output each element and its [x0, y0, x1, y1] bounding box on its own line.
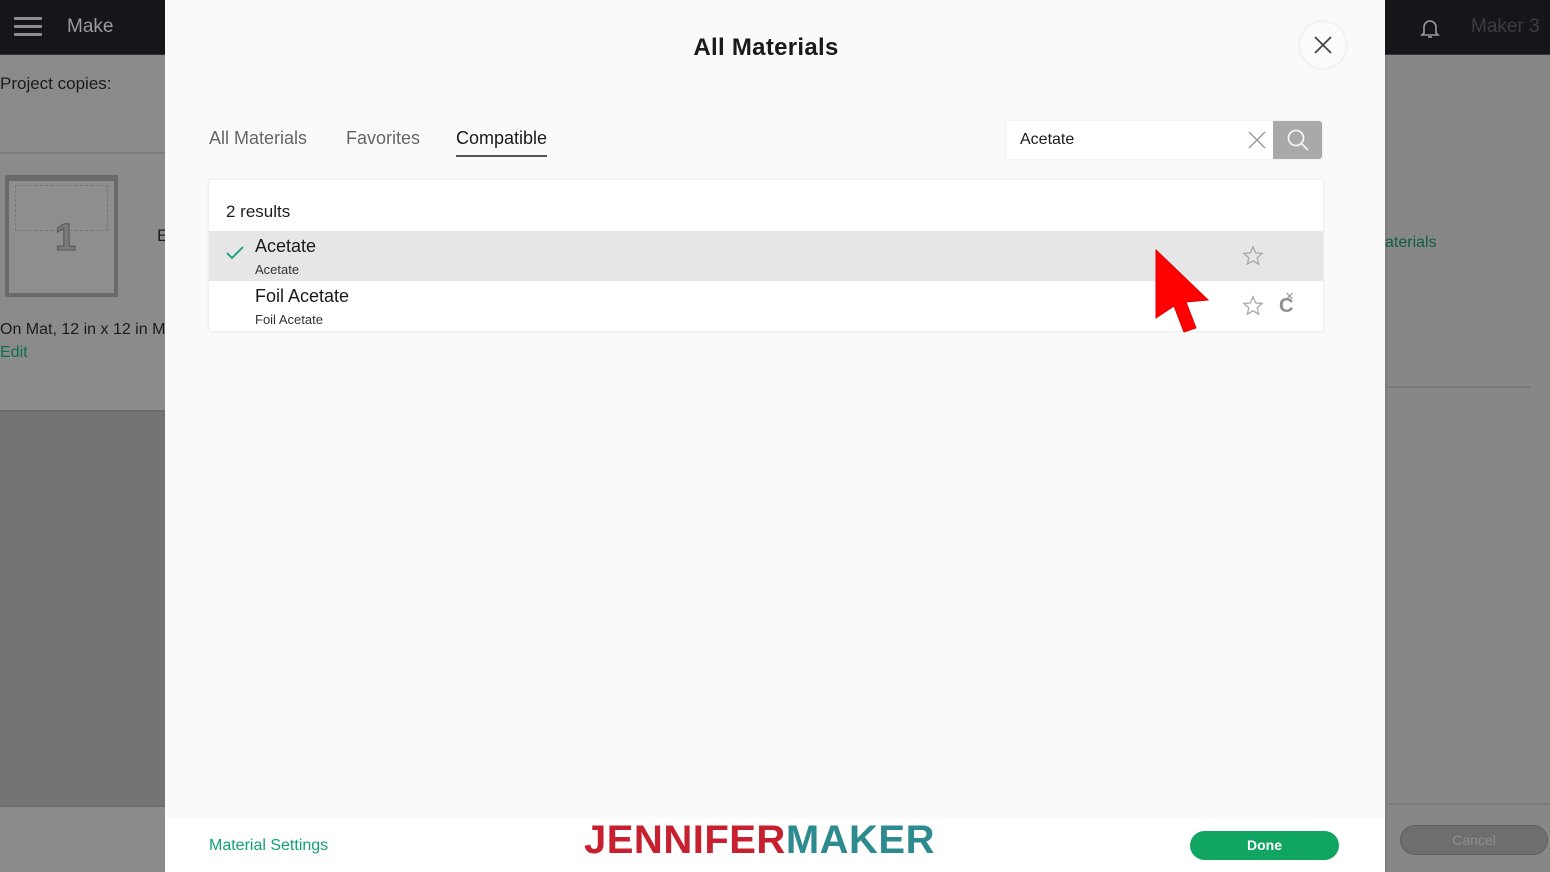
cancel-button[interactable]: Cancel — [1400, 825, 1548, 855]
clear-search-icon[interactable] — [1248, 131, 1266, 149]
watermark-part1: JENNIFER — [584, 818, 786, 862]
dialog-title: All Materials — [693, 34, 839, 61]
favorite-star-icon[interactable] — [1242, 295, 1264, 317]
materials-link[interactable]: aterials — [1385, 234, 1437, 252]
divider — [1387, 498, 1530, 499]
watermark-logo: JENNIFERMAKER — [584, 818, 935, 863]
material-subtitle: Acetate — [255, 262, 300, 277]
edit-link[interactable]: Edit — [0, 344, 28, 362]
all-materials-dialog: All Materials All Materials Favorites Co… — [165, 0, 1385, 872]
mat-thumbnail[interactable]: 1 — [5, 175, 118, 297]
material-name: Acetate — [255, 236, 317, 256]
search-icon — [1287, 129, 1309, 151]
notification-bell-icon[interactable] — [1418, 16, 1442, 40]
close-button[interactable] — [1300, 22, 1346, 68]
search-input[interactable] — [1006, 121, 1238, 159]
checkmark-icon — [226, 246, 244, 260]
material-subtitle: Foil Acetate — [255, 312, 323, 327]
background-panel — [0, 56, 165, 152]
mat-number: 1 — [54, 217, 77, 260]
machine-name[interactable]: Maker 3 — [1471, 16, 1540, 38]
close-icon — [1314, 36, 1332, 54]
background-footer — [0, 805, 165, 872]
mat-description: On Mat, 12 in x 12 in Mat — [0, 321, 165, 338]
results-count: 2 results — [226, 202, 291, 221]
app-title: Make — [67, 16, 114, 37]
tab-all-materials[interactable]: All Materials — [209, 128, 307, 149]
search-button[interactable] — [1273, 121, 1322, 159]
divider — [1387, 803, 1550, 805]
done-button[interactable]: Done — [1190, 831, 1339, 860]
search-box — [1006, 121, 1322, 159]
tab-compatible[interactable]: Compatible — [456, 128, 548, 157]
background-panel-lower — [0, 410, 165, 805]
tab-favorites[interactable]: Favorites — [346, 128, 420, 149]
menu-icon[interactable] — [14, 17, 42, 37]
cursor-arrow-icon — [1155, 248, 1210, 333]
dialog-footer: Material Settings JENNIFERMAKER Done — [165, 818, 1385, 872]
custom-material-icon: C ✕ — [1279, 291, 1295, 317]
watermark-part2: MAKER — [785, 818, 935, 862]
divider — [1387, 386, 1530, 388]
project-copies-label: Project copies: — [0, 74, 112, 93]
material-settings-link[interactable]: Material Settings — [209, 837, 328, 855]
right-panel — [1385, 56, 1550, 872]
favorite-star-icon[interactable] — [1242, 245, 1264, 267]
material-name: Foil Acetate — [255, 286, 350, 306]
